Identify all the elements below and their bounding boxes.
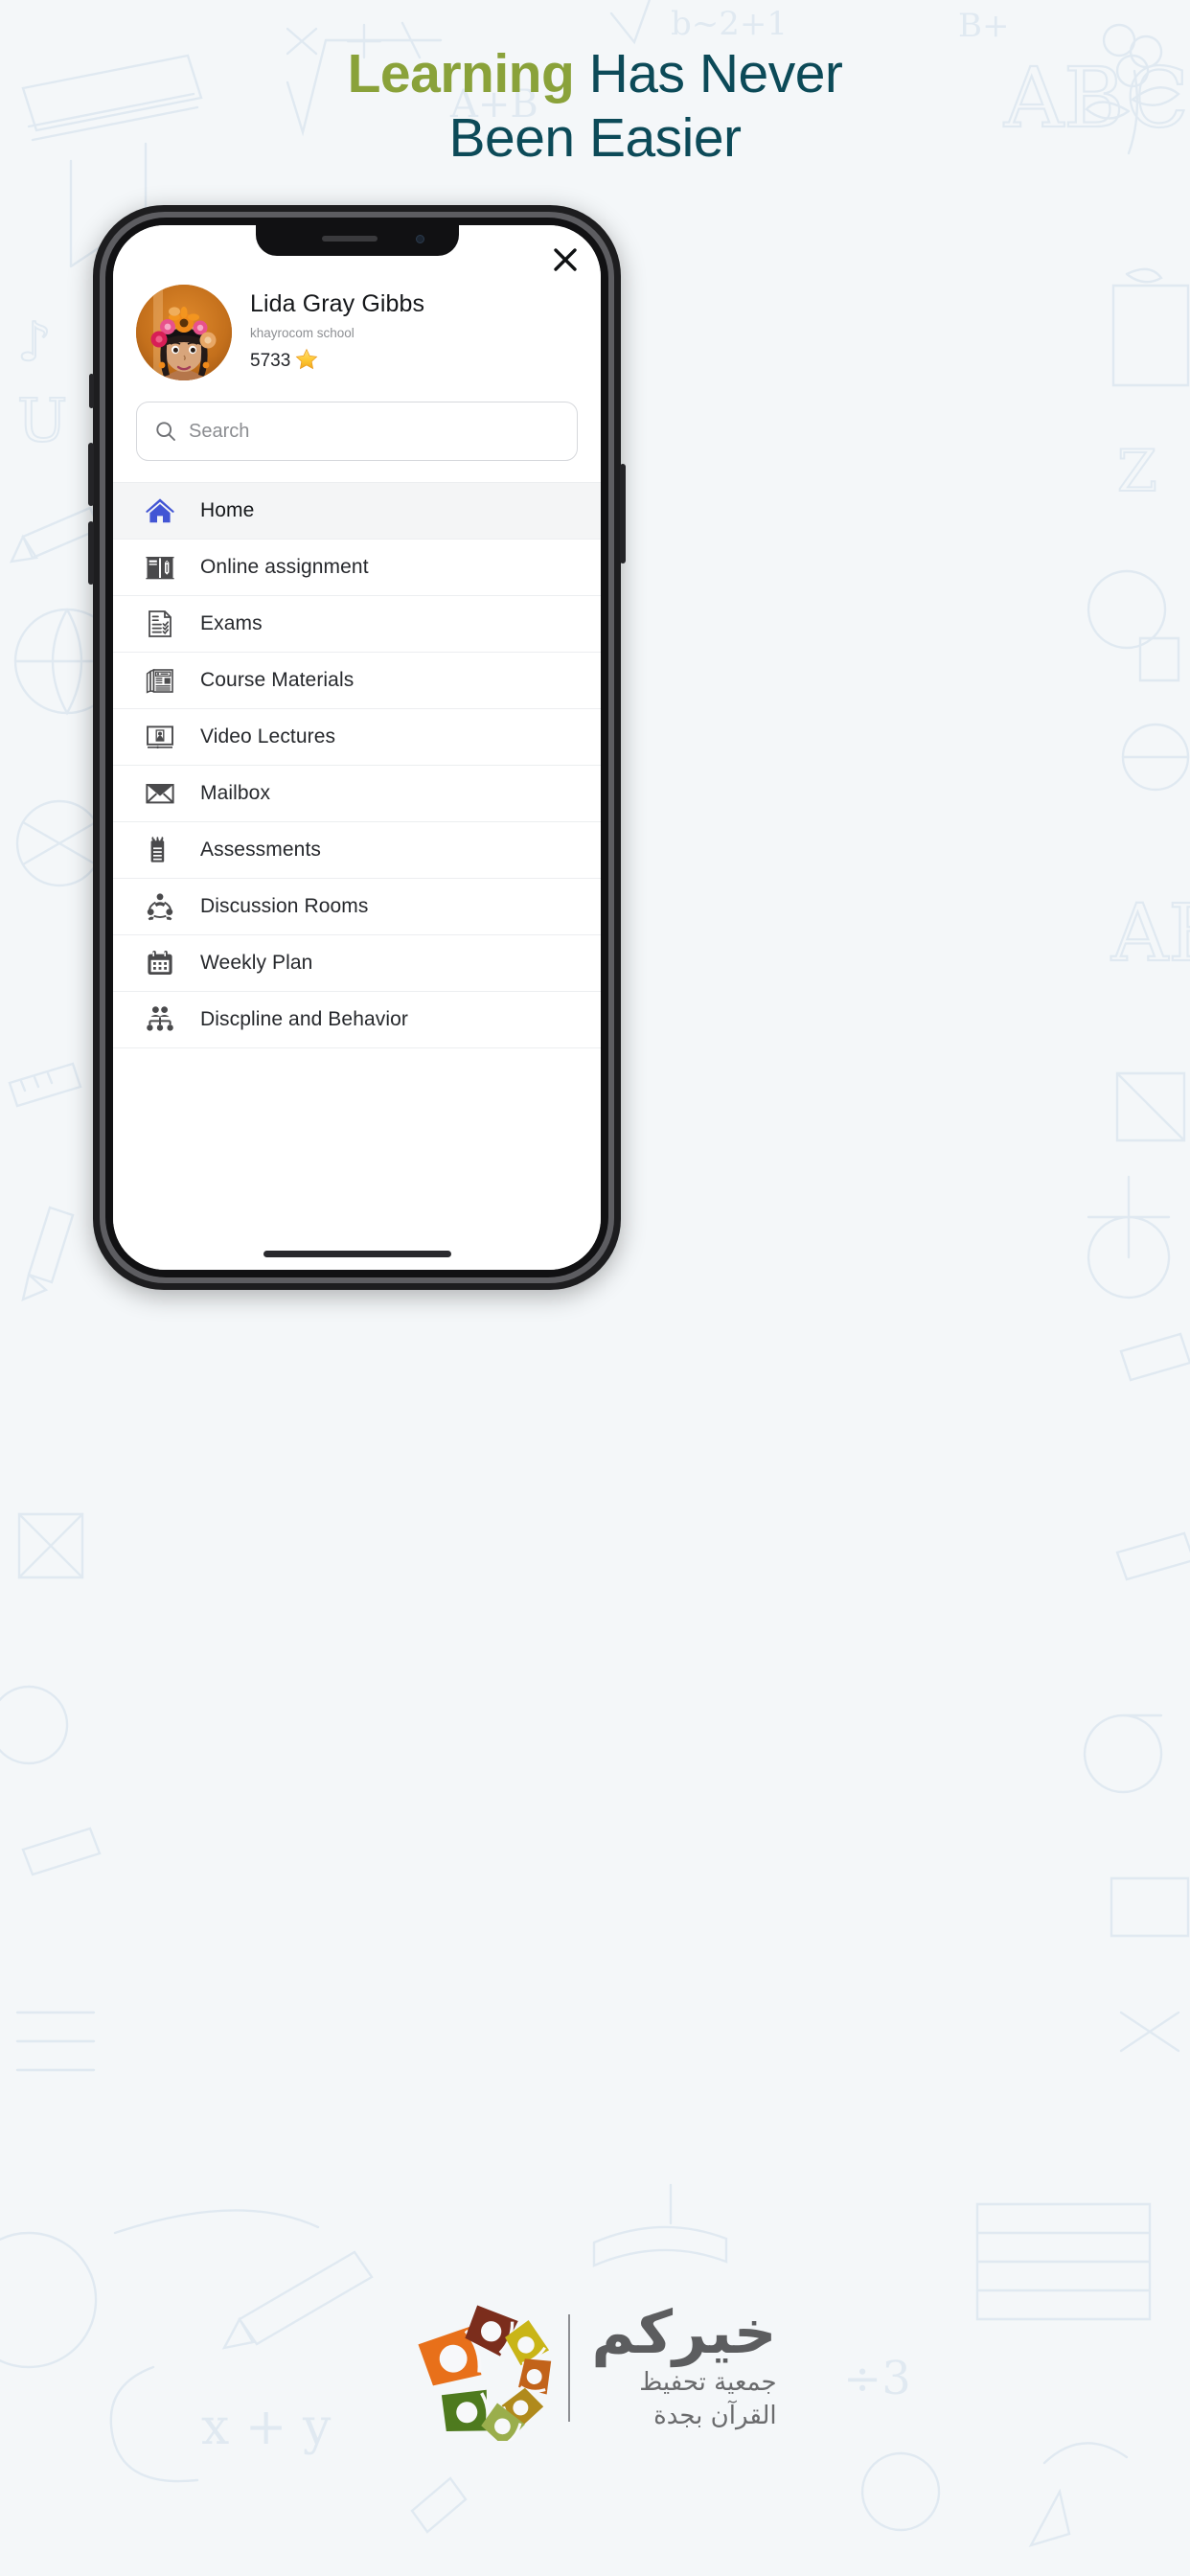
avatar[interactable] — [136, 285, 232, 380]
close-icon[interactable] — [548, 242, 583, 277]
sidebar-item-label: Online assignment — [200, 556, 369, 578]
power-button[interactable] — [620, 464, 626, 564]
home-indicator[interactable] — [263, 1251, 451, 1257]
headline-line-2: Been Easier — [448, 107, 742, 170]
sidebar-item-weekly-plan[interactable]: Weekly Plan — [113, 935, 601, 992]
notepad-icon — [142, 833, 177, 868]
search-section — [113, 388, 601, 482]
svg-text:Z: Z — [1117, 438, 1157, 505]
sidebar-item-label: Assessments — [200, 839, 321, 861]
sidebar-item-label: Discussion Rooms — [200, 895, 369, 917]
svg-text:b~2+1: b~2+1 — [671, 5, 788, 43]
phone-mockup: Lida Gray Gibbs khayrocom school 5733 Se… — [88, 205, 626, 1290]
sidebar-item-label: Home — [200, 499, 255, 521]
sidebar-item-assessments[interactable]: Assessments — [113, 822, 601, 879]
sidebar-item-video-lectures[interactable]: Video Lectures — [113, 709, 601, 766]
profile-section[interactable]: Lida Gray Gibbs khayrocom school 5733 — [113, 277, 601, 388]
phone-screen: Lida Gray Gibbs khayrocom school 5733 Se… — [113, 225, 601, 1270]
brand-subtitle-line-2: القرآن بجدة — [653, 2402, 777, 2430]
volume-down-button[interactable] — [88, 521, 94, 585]
headline-line-1: Learning Has Never — [0, 42, 1190, 106]
people-group-icon — [142, 889, 177, 925]
profile-points: 5733 — [250, 348, 424, 375]
star-icon — [295, 348, 318, 375]
svg-text:U: U — [17, 385, 67, 455]
brand-wordmark: خيركم جمعية تحفيظ القرآن بجدة — [591, 2296, 777, 2433]
sidebar-item-home[interactable]: Home — [113, 483, 601, 540]
earpiece-speaker — [321, 236, 378, 242]
app-sidebar-drawer: Lida Gray Gibbs khayrocom school 5733 Se… — [113, 225, 601, 1270]
svg-text:♪: ♪ — [17, 311, 52, 374]
brand-footer: خيركم جمعية تحفيظ القرآن بجدة — [0, 2295, 1190, 2441]
sidebar-item-online-assignment[interactable]: Online assignment — [113, 540, 601, 596]
page-title: Learning Has Never Been Easier — [0, 42, 1190, 172]
sidebar-item-course-materials[interactable]: Course Materials — [113, 653, 601, 709]
search-input[interactable] — [189, 420, 559, 443]
sidebar-item-label: Mailbox — [200, 782, 271, 804]
volume-up-button[interactable] — [88, 443, 94, 506]
profile-name: Lida Gray Gibbs — [250, 289, 425, 317]
points-value: 5733 — [250, 351, 291, 372]
sidebar-item-label: Discpline and Behavior — [200, 1008, 408, 1030]
profile-school: khayrocom school — [250, 326, 355, 341]
search-box[interactable] — [136, 402, 578, 461]
silent-switch[interactable] — [89, 374, 94, 408]
brand-name-arabic: خيركم — [591, 2296, 777, 2367]
search-icon — [155, 421, 176, 442]
front-camera — [415, 235, 424, 243]
sidebar-item-label: Course Materials — [200, 669, 355, 691]
sidebar-item-label: Weekly Plan — [200, 952, 313, 974]
sidebar-item-mailbox[interactable]: Mailbox — [113, 766, 601, 822]
calendar-icon — [142, 946, 177, 981]
headline-rest-line-1: Has Never — [574, 43, 843, 104]
envelope-icon — [142, 776, 177, 812]
brand-subtitle-line-1: جمعية تحفيظ — [639, 2367, 777, 2397]
book-pencil-icon — [142, 550, 177, 586]
home-icon — [142, 494, 177, 529]
headline-word-learning: Learning — [347, 43, 575, 104]
checklist-doc-icon — [142, 607, 177, 642]
sidebar-item-discipline-and-behavior[interactable]: Discpline and Behavior — [113, 992, 601, 1048]
sidebar-item-label: Exams — [200, 612, 263, 634]
sidebar-item-discussion-rooms[interactable]: Discussion Rooms — [113, 879, 601, 935]
svg-text:B+: B+ — [958, 7, 1009, 45]
sidebar-item-label: Video Lectures — [200, 725, 336, 748]
org-chart-icon — [142, 1002, 177, 1038]
newspaper-icon — [142, 663, 177, 699]
profile-text: Lida Gray Gibbs khayrocom school 5733 — [250, 290, 424, 376]
sidebar-menu: Home Online assignment Exams Course Mate… — [113, 482, 601, 1270]
svg-text:AB: AB — [1110, 888, 1190, 979]
video-screen-icon — [142, 720, 177, 755]
khayrukum-logo-icon — [413, 2295, 559, 2441]
phone-notch — [255, 225, 459, 256]
sidebar-item-exams[interactable]: Exams — [113, 596, 601, 653]
page-root: b~2+1 B+ A+B ABC ♪ U Z A x + y ÷3 Learni… — [0, 0, 1190, 2576]
brand-divider — [568, 2314, 571, 2422]
